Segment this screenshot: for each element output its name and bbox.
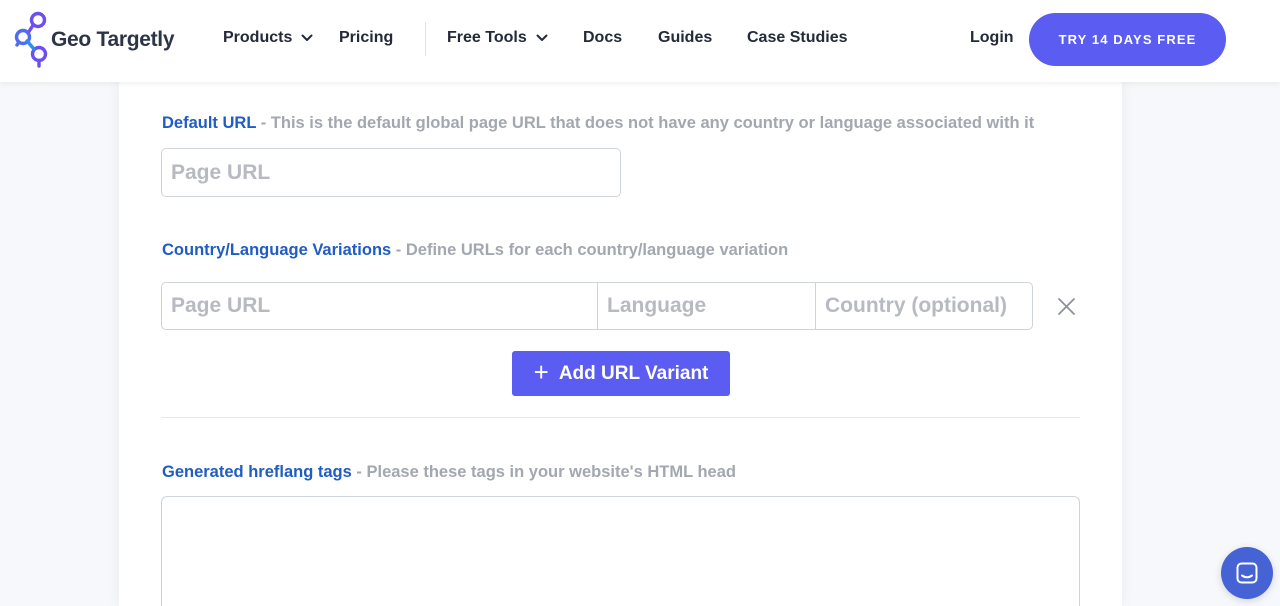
- output-description: - Please these tags in your website's HT…: [351, 463, 736, 481]
- nav-case-studies[interactable]: Case Studies: [747, 29, 847, 47]
- nav-docs-label: Docs: [583, 29, 623, 46]
- chat-icon: [1236, 562, 1258, 584]
- top-navigation-bar: Geo Targetly Products Pricing Free Tools…: [0, 0, 1280, 82]
- nav-products-label: Products: [223, 29, 293, 46]
- url-variant-row: Page URL Language Country (optional): [161, 282, 1033, 330]
- default-url-heading: Default URL - This is the default global…: [162, 114, 1034, 133]
- variant-country-placeholder: Country (optional): [825, 294, 1007, 317]
- nav-case-studies-label: Case Studies: [747, 29, 848, 46]
- nav-divider: [425, 22, 426, 56]
- add-url-variant-button[interactable]: + Add URL Variant: [512, 351, 730, 396]
- default-url-input[interactable]: Page URL: [161, 148, 621, 197]
- variations-label: Country/Language Variations: [162, 241, 392, 259]
- close-icon[interactable]: [1056, 296, 1077, 317]
- hreflang-output-textarea[interactable]: [161, 496, 1080, 606]
- nav-products[interactable]: Products: [223, 29, 313, 47]
- variant-language-input[interactable]: Language: [598, 283, 816, 329]
- logo-pin-icon: [14, 11, 48, 68]
- nav-free-tools[interactable]: Free Tools: [447, 29, 548, 47]
- variant-language-placeholder: Language: [607, 294, 707, 317]
- nav-guides[interactable]: Guides: [658, 29, 712, 47]
- plus-icon: +: [533, 357, 549, 387]
- chat-launcher-button[interactable]: [1221, 547, 1273, 599]
- default-url-description: - This is the default global page URL th…: [256, 114, 1035, 132]
- default-url-label: Default URL: [162, 114, 257, 132]
- default-url-placeholder: Page URL: [171, 160, 271, 184]
- brand-logo[interactable]: Geo Targetly: [14, 11, 175, 69]
- try-free-button[interactable]: TRY 14 DAYS FREE: [1029, 13, 1226, 66]
- login-link[interactable]: Login: [970, 29, 1014, 47]
- section-divider: [161, 417, 1080, 418]
- variant-country-input[interactable]: Country (optional): [816, 283, 1032, 329]
- variations-description: - Define URLs for each country/language …: [391, 241, 789, 259]
- variant-page-url-placeholder: Page URL: [171, 294, 271, 317]
- brand-name: Geo Targetly: [51, 28, 175, 51]
- nav-docs[interactable]: Docs: [583, 29, 622, 47]
- nav-guides-label: Guides: [658, 29, 713, 46]
- variant-page-url-input[interactable]: Page URL: [162, 283, 598, 329]
- nav-free-tools-label: Free Tools: [447, 29, 527, 46]
- nav-pricing-label: Pricing: [339, 29, 394, 46]
- chevron-down-icon: [536, 34, 548, 41]
- variations-heading: Country/Language Variations - Define URL…: [162, 241, 788, 260]
- output-label: Generated hreflang tags: [162, 463, 352, 481]
- nav-pricing[interactable]: Pricing: [339, 29, 393, 47]
- chevron-down-icon: [301, 34, 313, 41]
- add-url-variant-label: Add URL Variant: [558, 362, 709, 384]
- output-heading: Generated hreflang tags - Please these t…: [162, 463, 736, 482]
